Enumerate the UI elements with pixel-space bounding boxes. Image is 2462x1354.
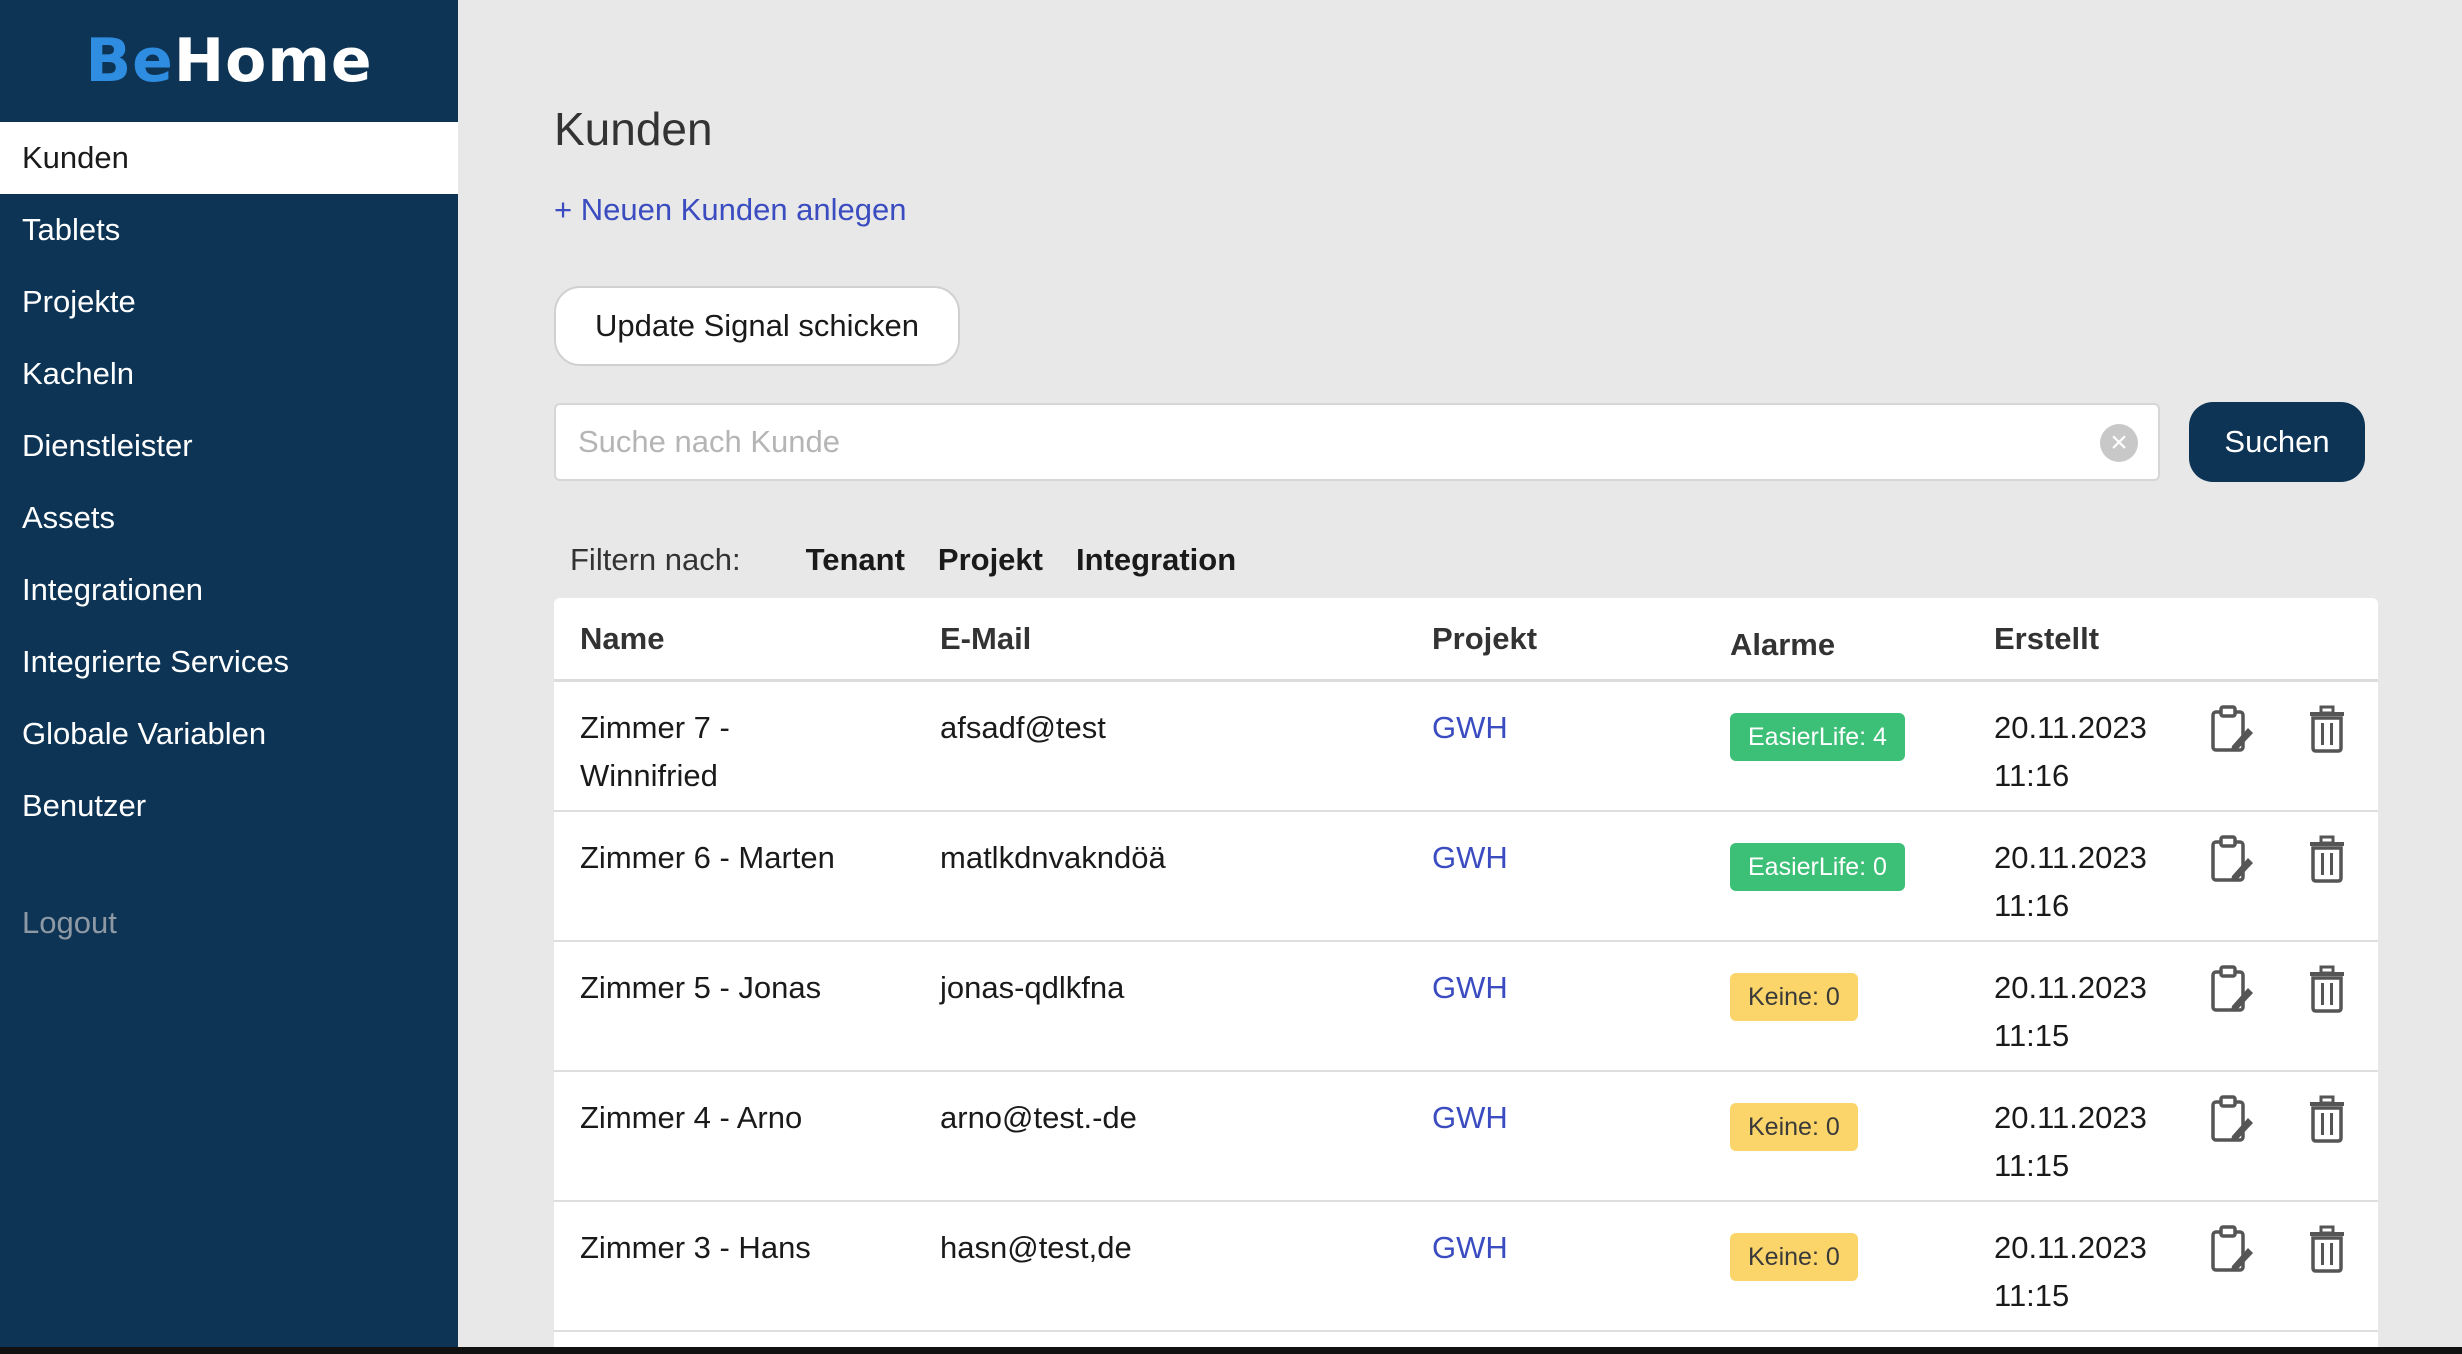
created-date-day: 20.11.2023 <box>1994 840 2147 875</box>
sidebar-item-assets[interactable]: Assets <box>0 482 458 554</box>
logo-part-home: Home <box>173 26 373 96</box>
table-row[interactable]: Zimmer 6 - Marten matlkdnvakndöä GWH Eas… <box>554 812 2378 942</box>
customer-name-line2: Winnifried <box>580 758 718 793</box>
filter-label: Filtern nach: <box>570 542 741 577</box>
created-date-time: 11:16 <box>1994 758 2070 793</box>
clear-circle-icon[interactable]: × <box>2100 424 2138 462</box>
created-date-day: 20.11.2023 <box>1994 970 2147 1005</box>
logo-part-be: Be <box>85 26 174 96</box>
sidebar-item-tablets[interactable]: Tablets <box>0 194 458 266</box>
created-date-day: 20.11.2023 <box>1994 1100 2147 1135</box>
customer-name[interactable]: Zimmer 4 - Arno <box>580 1094 920 1142</box>
sidebar-item-integrationen[interactable]: Integrationen <box>0 554 458 626</box>
clipboard-edit-icon[interactable] <box>2208 704 2254 754</box>
customer-name-line1: Zimmer 4 - Arno <box>580 1100 803 1135</box>
logout-link[interactable]: Logout <box>22 905 117 941</box>
customer-table: Name E-Mail Projekt Alarme Erstellt Zimm… <box>554 598 2378 1354</box>
customer-email: jonas-qdlkfna <box>940 970 1125 1005</box>
customer-name[interactable]: Zimmer 6 - Marten <box>580 834 920 882</box>
customer-email: afsadf@test <box>940 710 1106 745</box>
page-title: Kunden <box>554 103 713 155</box>
new-customer-link[interactable]: + Neuen Kunden anlegen <box>554 192 907 228</box>
project-link[interactable]: GWH <box>1432 1094 1508 1142</box>
project-link[interactable]: GWH <box>1432 704 1508 752</box>
customer-name-line1: Zimmer 6 - Marten <box>580 840 835 875</box>
trash-icon[interactable] <box>2304 964 2350 1014</box>
alarm-badge-text: Keine: 0 <box>1730 973 1858 1021</box>
customer-name[interactable]: Zimmer 7 - Winnifried <box>580 704 920 800</box>
sidebar-item-kunden[interactable]: Kunden <box>0 122 458 194</box>
sidebar-item-kacheln[interactable]: Kacheln <box>0 338 458 410</box>
clipboard-edit-icon[interactable] <box>2208 964 2254 1014</box>
header-email[interactable]: E-Mail <box>940 621 1410 657</box>
created-date-day: 20.11.2023 <box>1994 710 2147 745</box>
trash-icon[interactable] <box>2304 704 2350 754</box>
sidebar-nav: Kunden Tablets Projekte Kacheln Dienstle… <box>0 122 458 842</box>
search-input[interactable] <box>556 405 2158 479</box>
created-date: 20.11.2023 11:16 <box>1994 834 2194 930</box>
trash-icon[interactable] <box>2304 834 2350 884</box>
customer-name[interactable]: Zimmer 3 - Hans <box>580 1224 920 1272</box>
clipboard-edit-icon[interactable] <box>2208 1094 2254 1144</box>
behome-logo[interactable]: Be Home <box>0 0 458 122</box>
table-row[interactable]: Zimmer 5 - Jonas jonas-qdlkfna GWH Keine… <box>554 942 2378 1072</box>
sidebar-item-benutzer[interactable]: Benutzer <box>0 770 458 842</box>
search-box: × <box>554 403 2160 481</box>
header-erstellt[interactable]: Erstellt <box>1994 621 2194 657</box>
alarm-badge-text: Keine: 0 <box>1730 1233 1858 1281</box>
filter-integration[interactable]: Integration <box>1076 542 1236 578</box>
clipboard-edit-icon[interactable] <box>2208 834 2254 884</box>
alarm-badge-text: Keine: 0 <box>1730 1103 1858 1151</box>
project-link[interactable]: GWH <box>1432 1224 1508 1272</box>
customer-email: matlkdnvakndöä <box>940 840 1166 875</box>
screen-bottom-edge <box>0 1347 2462 1354</box>
customer-name[interactable]: Zimmer 5 - Jonas <box>580 964 920 1012</box>
sidebar-item-projekte[interactable]: Projekte <box>0 266 458 338</box>
customer-name-line1: Zimmer 7 - <box>580 710 730 745</box>
app-window: Be Home Kunden Tablets Projekte Kacheln D… <box>0 0 2462 1354</box>
trash-icon[interactable] <box>2304 1224 2350 1274</box>
customer-name-line1: Zimmer 3 - Hans <box>580 1230 811 1265</box>
table-row[interactable]: Zimmer 3 - Hans hasn@test,de GWH Keine: … <box>554 1202 2378 1332</box>
search-button[interactable]: Suchen <box>2189 402 2365 482</box>
table-row[interactable]: Zimmer 7 - Winnifried afsadf@test GWH Ea… <box>554 682 2378 812</box>
alarm-badge: Keine: 0 <box>1730 971 1858 1021</box>
filter-tenant[interactable]: Tenant <box>806 542 905 578</box>
table-header: Name E-Mail Projekt Alarme Erstellt <box>554 598 2378 682</box>
customer-email: arno@test.-de <box>940 1100 1137 1135</box>
sidebar-item-globale-variablen[interactable]: Globale Variablen <box>0 698 458 770</box>
header-projekt[interactable]: Projekt <box>1432 621 1537 657</box>
project-link[interactable]: GWH <box>1432 964 1508 1012</box>
created-date-time: 11:15 <box>1994 1278 2070 1313</box>
created-date-time: 11:16 <box>1994 888 2070 923</box>
created-date-day: 20.11.2023 <box>1994 1230 2147 1265</box>
clipboard-edit-icon[interactable] <box>2208 1224 2254 1274</box>
alarm-badge: Keine: 0 <box>1730 1101 1858 1151</box>
alarm-badge: Keine: 0 <box>1730 1231 1858 1281</box>
created-date-time: 11:15 <box>1994 1018 2070 1053</box>
sidebar-item-dienstleister[interactable]: Dienstleister <box>0 410 458 482</box>
filter-row: Filtern nach: Tenant Projekt Integration <box>570 540 1269 580</box>
main-content: Kunden + Neuen Kunden anlegen Update Sig… <box>458 0 2462 1354</box>
table-row[interactable]: Zimmer 4 - Arno arno@test.-de GWH Keine:… <box>554 1072 2378 1202</box>
trash-icon[interactable] <box>2304 1094 2350 1144</box>
created-date-time: 11:15 <box>1994 1148 2070 1183</box>
project-link[interactable]: GWH <box>1432 834 1508 882</box>
filter-projekt[interactable]: Projekt <box>938 542 1043 578</box>
update-signal-button[interactable]: Update Signal schicken <box>554 286 960 366</box>
sidebar: Be Home Kunden Tablets Projekte Kacheln D… <box>0 0 458 1347</box>
alarm-badge: EasierLife: 4 <box>1730 711 1905 761</box>
alarm-badge-text: EasierLife: 4 <box>1730 713 1905 761</box>
alarm-badge-text: EasierLife: 0 <box>1730 843 1905 891</box>
customer-name-line1: Zimmer 5 - Jonas <box>580 970 822 1005</box>
alarm-badge: EasierLife: 0 <box>1730 841 1905 891</box>
customer-email: hasn@test,de <box>940 1230 1132 1265</box>
created-date: 20.11.2023 11:16 <box>1994 704 2194 800</box>
created-date: 20.11.2023 11:15 <box>1994 1094 2194 1190</box>
created-date: 20.11.2023 11:15 <box>1994 1224 2194 1320</box>
sidebar-item-integrierte-services[interactable]: Integrierte Services <box>0 626 458 698</box>
header-name[interactable]: Name <box>580 621 920 657</box>
header-alarme[interactable]: Alarme <box>1730 627 1835 663</box>
created-date: 20.11.2023 11:15 <box>1994 964 2194 1060</box>
